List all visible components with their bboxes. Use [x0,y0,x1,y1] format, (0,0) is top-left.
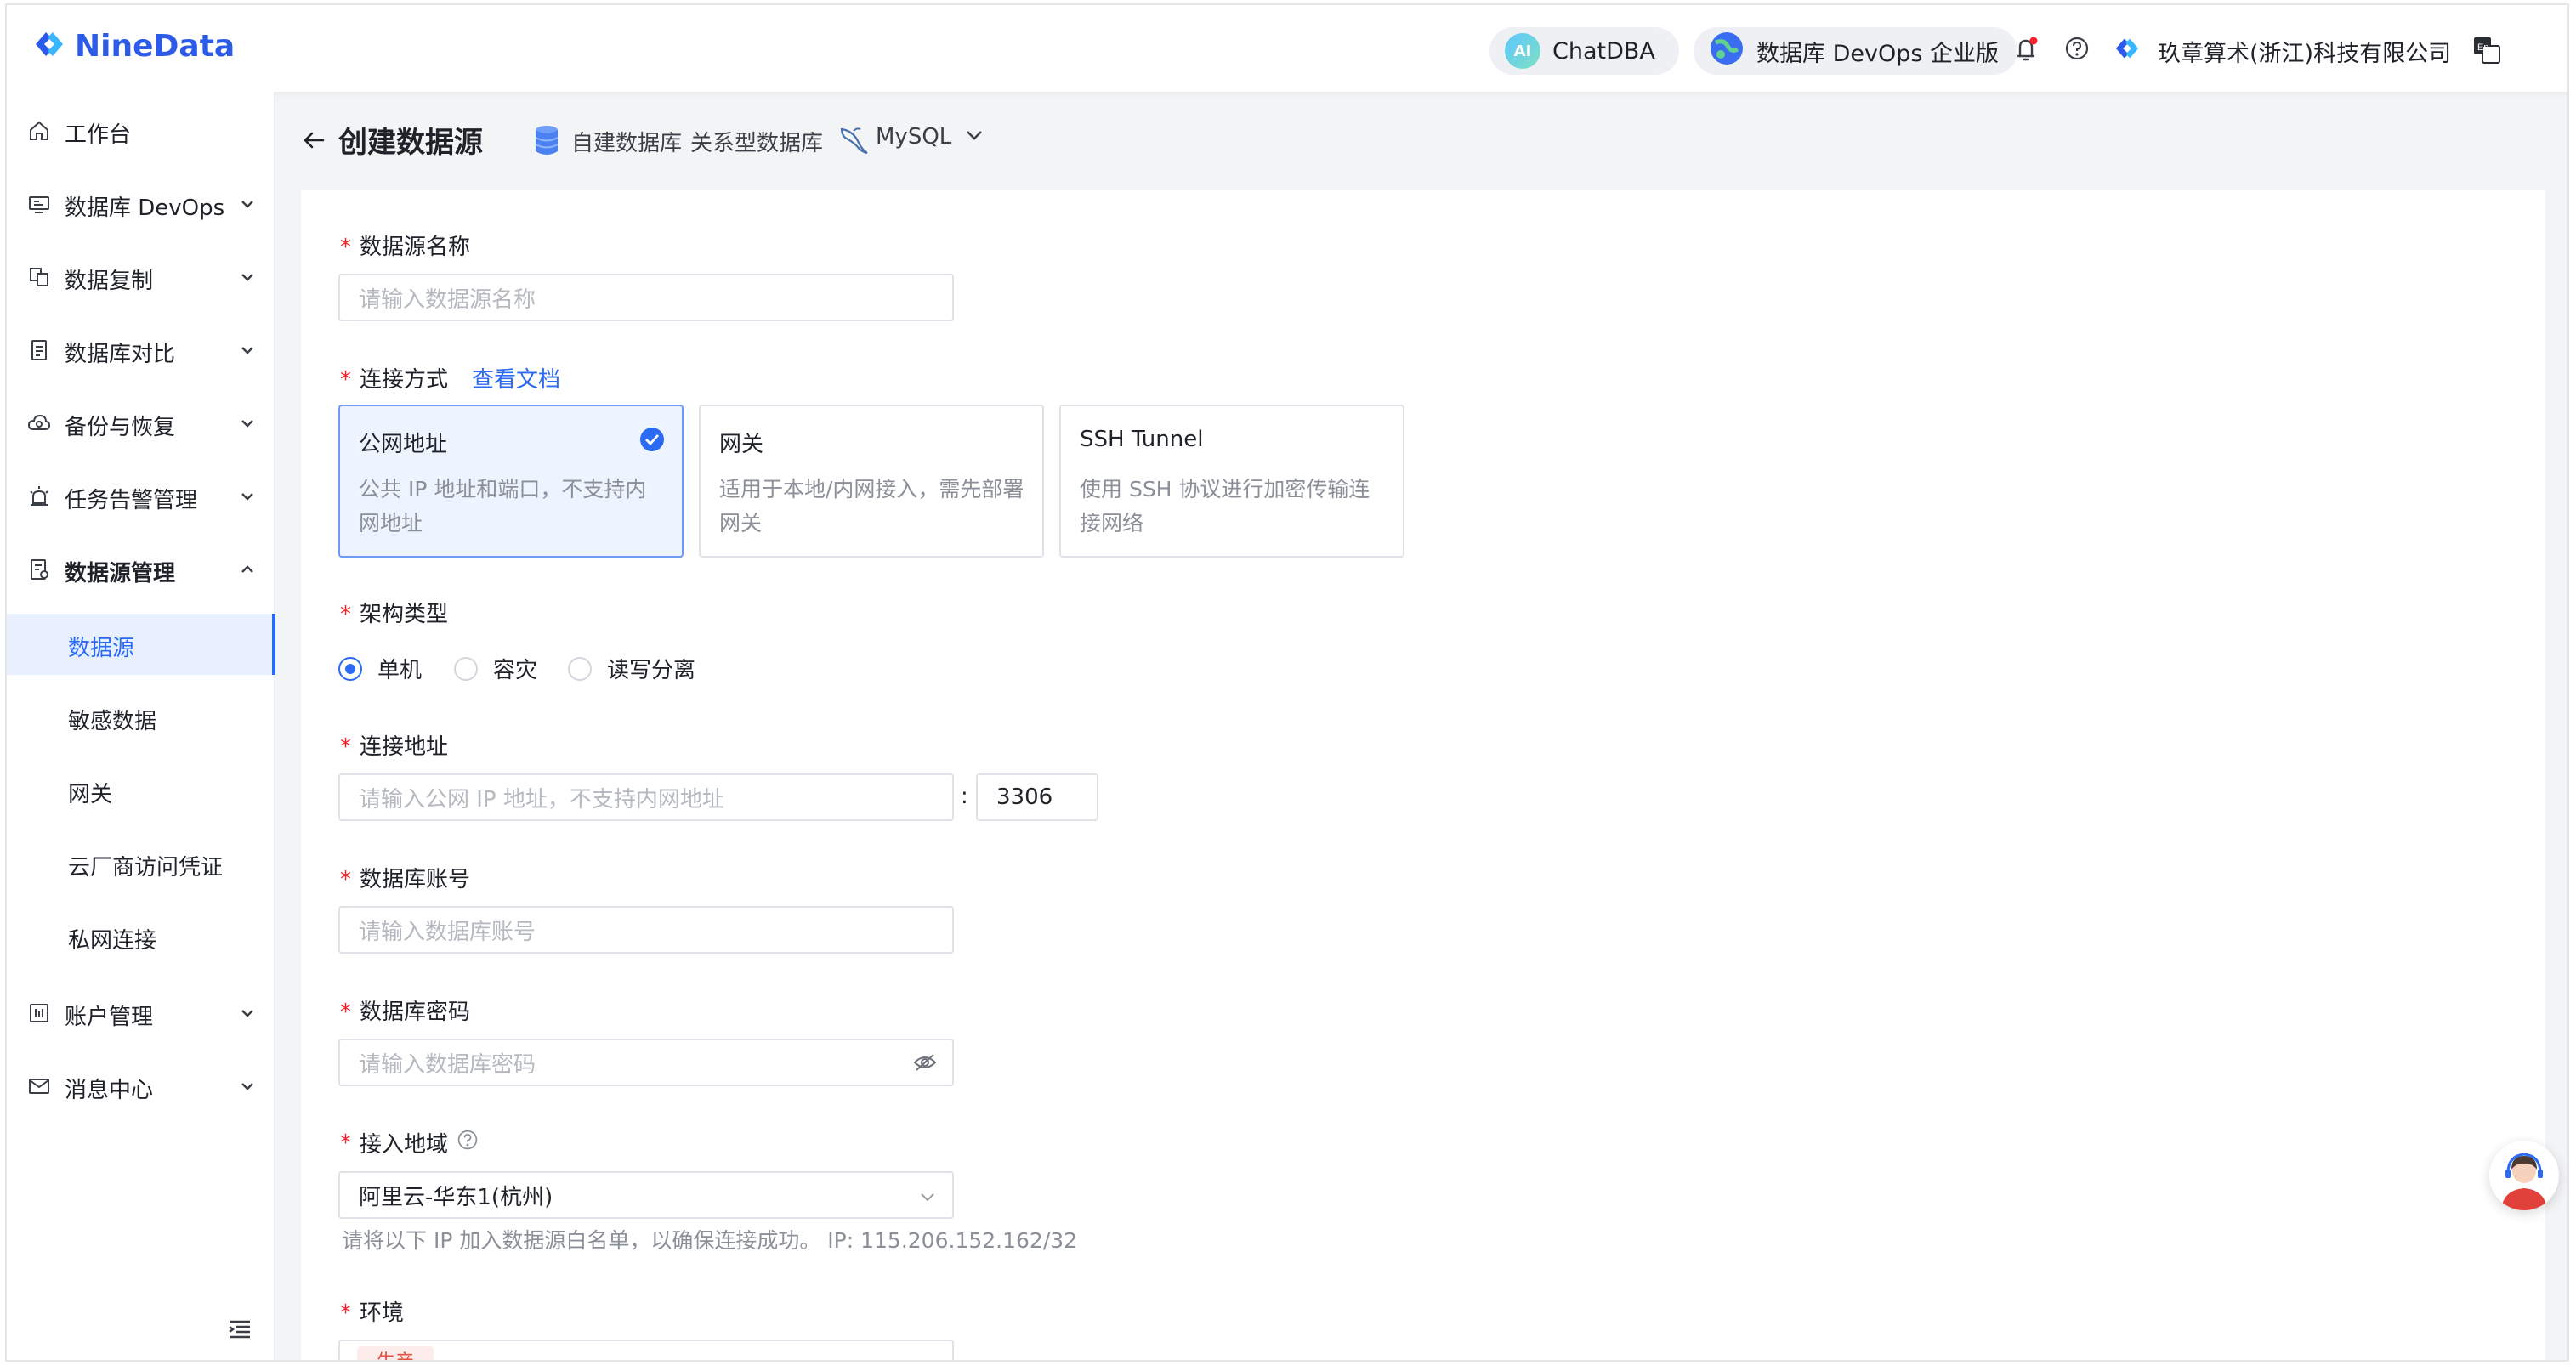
chevron-down-icon [238,340,257,359]
svg-text:En: En [2477,42,2488,53]
conn-label: * 连接方式 查看文档 [340,367,561,393]
monitor-icon [27,192,53,218]
collapse-sidebar-icon[interactable] [226,1316,253,1343]
sidebar-subitem-datasource[interactable]: 数据源 [7,614,275,675]
sidebar-item-replication[interactable]: 数据复制 [7,243,275,311]
compare-icon [27,338,53,364]
check-circle-icon [639,427,665,452]
conn-option-public[interactable]: 公网地址 公共 IP 地址和端口，不支持内网地址 [338,405,684,558]
sidebar-subitem-cloud-credentials[interactable]: 云厂商访问凭证 [7,833,275,894]
sidebar-item-backup[interactable]: 备份与恢复 [7,389,275,457]
breadcrumb-relational: 关系型数据库 [690,131,824,156]
edition-button[interactable]: 数据库 DevOps 企业版 [1694,27,2018,75]
name-input[interactable]: 请输入数据源名称 [338,274,954,321]
alarm-icon [27,484,53,510]
datasource-icon [27,558,53,583]
notification-bell-icon[interactable] [2013,36,2039,66]
database-icon [534,124,559,161]
arch-radio-standalone[interactable]: 单机 [338,653,422,684]
ai-icon: AI [1505,33,1540,69]
sidebar-subitem-gateway[interactable]: 网关 [7,760,275,821]
chevron-up-icon [238,559,257,578]
region-select[interactable]: 阿里云-华东1(杭州) [338,1171,954,1219]
password-input[interactable]: 请输入数据库密码 [338,1039,954,1086]
logo[interactable]: NineData [31,25,235,66]
account-input[interactable]: 请输入数据库账号 [338,906,954,954]
sidebar-item-account[interactable]: 账户管理 [7,979,275,1047]
copy-icon [27,265,53,291]
sidebar-item-messages[interactable]: 消息中心 [7,1052,275,1120]
sidebar: 工作台 数据库 DevOps 数据复制 数据库对比 备份与恢复 任务告警管理 数… [7,92,275,1360]
mail-icon [27,1074,53,1100]
conn-option-ssh[interactable]: SSH Tunnel 使用 SSH 协议进行加密传输连接网络 [1059,405,1404,558]
chevron-down-icon [238,486,257,505]
account-label: * 数据库账号 [340,867,471,892]
arch-label: * 架构类型 [340,602,449,627]
addr-separator: : [961,784,968,809]
engine-label: MySQL [876,124,952,150]
help-icon[interactable] [2064,36,2090,65]
app-window: NineData AI ChatDBA 数据库 DevOps 企业版 玖章算术(… [5,3,2569,1362]
sidebar-subitem-sensitive-data[interactable]: 敏感数据 [7,687,275,748]
sidebar-item-alarm[interactable]: 任务告警管理 [7,462,275,530]
company-logo-icon [2112,33,2142,70]
arch-radio-dr[interactable]: 容灾 [454,653,537,684]
edition-label: 数据库 DevOps 企业版 [1756,40,2000,67]
chevron-down-icon [238,267,257,286]
cloud-backup-icon [27,411,53,437]
radio-checked [338,656,362,681]
region-whitelist-hint: 请将以下 IP 加入数据源白名单，以确保连接成功。 IP: 115.206.15… [342,1228,1078,1253]
page-title: 创建数据源 [338,126,483,160]
address-input[interactable]: 请输入公网 IP 地址，不支持内网地址 [338,773,954,821]
env-label: * 环境 [340,1300,405,1326]
radio-unchecked [454,656,478,681]
mysql-dolphin-icon [837,124,871,161]
help-icon[interactable] [457,1129,479,1157]
chevron-down-icon [238,413,257,432]
chevron-down-icon [238,194,257,212]
addr-label: * 连接地址 [340,734,449,760]
sidebar-item-compare[interactable]: 数据库对比 [7,316,275,384]
account-icon [27,1001,53,1027]
home-icon [27,119,53,144]
chevron-down-icon [238,1003,257,1022]
logo-text: NineData [75,28,235,64]
ninedata-logo-icon [31,25,68,66]
back-arrow-icon[interactable] [301,127,326,156]
eye-hidden-icon[interactable] [913,1052,937,1079]
env-tag-production: 生产 [357,1346,434,1360]
company-name: 玖章算术(浙江)科技有限公司 [2158,40,2452,67]
language-switch-icon[interactable]: En [2472,36,2501,68]
sidebar-item-datasource-mgmt[interactable]: 数据源管理 [7,535,275,603]
port-input[interactable]: 3306 [976,773,1098,821]
chatdba-button[interactable]: AI ChatDBA [1489,27,1679,75]
password-label: * 数据库密码 [340,1000,471,1025]
support-avatar-button[interactable] [2489,1141,2559,1210]
chevron-down-icon [918,1187,937,1212]
name-placeholder: 请输入数据源名称 [359,286,536,313]
sidebar-subitem-private-link[interactable]: 私网连接 [7,906,275,967]
breadcrumb-self-hosted: 自建数据库 [571,131,683,156]
company-switcher[interactable]: 玖章算术(浙江)科技有限公司 [2112,27,2451,75]
chevron-down-icon [963,124,985,150]
engine-selector[interactable]: MySQL [876,124,985,150]
chatdba-label: ChatDBA [1552,37,1655,65]
sidebar-item-devops[interactable]: 数据库 DevOps [7,170,275,238]
name-label: * 数据源名称 [340,235,471,260]
sidebar-item-workbench[interactable]: 工作台 [7,97,275,165]
region-label: * 接入地域 [340,1127,479,1158]
radio-unchecked [568,656,592,681]
conn-option-gateway[interactable]: 网关 适用于本地/内网接入，需先部署网关 [699,405,1044,558]
chevron-down-icon [238,1076,257,1095]
arch-radio-rw-split[interactable]: 读写分离 [568,653,695,684]
view-docs-link[interactable]: 查看文档 [472,367,560,393]
top-bar: NineData AI ChatDBA 数据库 DevOps 企业版 玖章算术(… [7,5,2567,92]
globe-icon [1709,31,1745,72]
